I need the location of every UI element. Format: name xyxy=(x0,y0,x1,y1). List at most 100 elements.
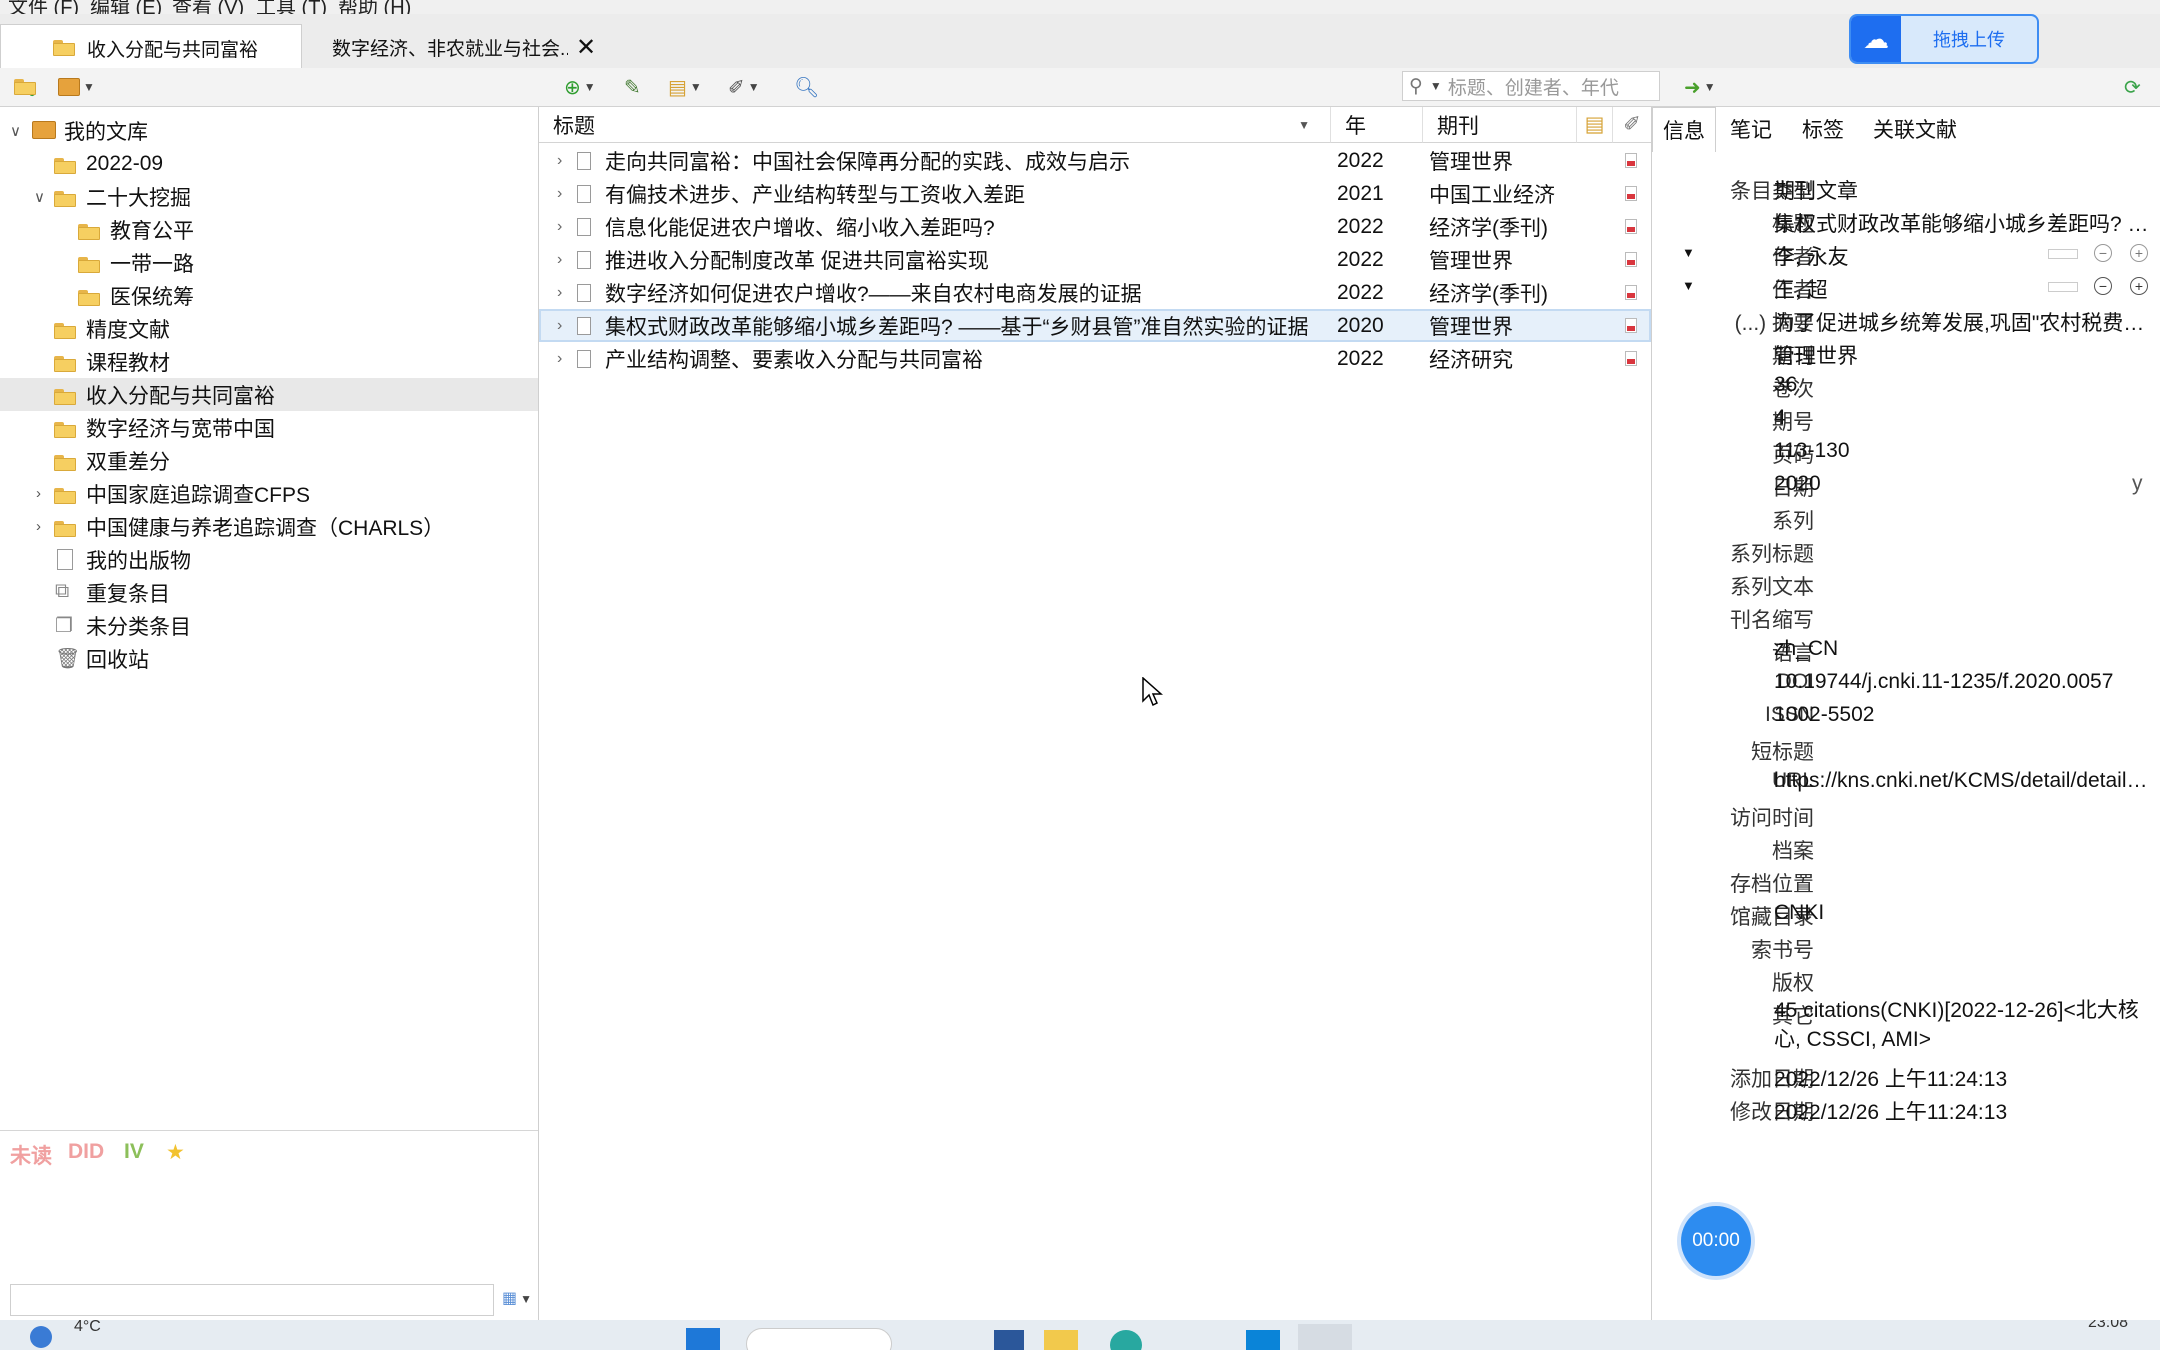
tab-notes[interactable]: 笔记 xyxy=(1716,107,1786,151)
plus-icon[interactable]: + xyxy=(2130,244,2148,262)
star-icon[interactable]: ★ xyxy=(166,1140,185,1165)
chevron-right-icon[interactable]: › xyxy=(557,309,562,342)
column-header-year[interactable]: 年 xyxy=(1331,107,1423,143)
calendar-app-icon[interactable] xyxy=(994,1330,1024,1350)
new-library-icon[interactable]: ▼ xyxy=(58,74,95,100)
close-icon[interactable]: ✕ xyxy=(576,33,596,62)
tree-item-unfiled[interactable]: ❐ 未分类条目 xyxy=(0,609,538,642)
tree-item-2022-09[interactable]: 2022-09 xyxy=(0,147,538,180)
store-app-icon[interactable] xyxy=(1246,1330,1280,1350)
field-value[interactable]: zh_CN xyxy=(1774,637,2150,661)
tree-item-belt-road[interactable]: 一带一路 xyxy=(0,246,538,279)
chevron-right-icon[interactable]: › xyxy=(557,210,562,243)
tag-unread[interactable]: 未读 xyxy=(10,1140,52,1170)
triangle-down-icon[interactable]: ▼ xyxy=(1682,278,1695,293)
field-value[interactable]: CNKI xyxy=(1774,901,2150,925)
chevron-right-icon[interactable]: › xyxy=(557,144,562,177)
tree-item-my-library[interactable]: ∨ 我的文库 xyxy=(0,114,538,147)
locate-icon[interactable]: ➜ ▼ xyxy=(1684,74,1716,100)
tree-item-trash[interactable]: 🗑︎ 回收站 xyxy=(0,642,538,675)
edge-browser-icon[interactable] xyxy=(1110,1330,1142,1350)
field-value[interactable]: 集权式财政改革能够缩小城乡差距吗? ——基于“乡财县管”准自然实验的证据 xyxy=(1774,208,2150,238)
search-field[interactable]: ⚲ ▼ 标题、创建者、年代 xyxy=(1402,71,1660,101)
tab-digital-economy[interactable]: 数字经济、非农就业与社会... ✕ xyxy=(302,24,602,70)
pdf-icon[interactable] xyxy=(1625,285,1637,300)
field-value[interactable]: 1002-5502 xyxy=(1774,703,2150,727)
chevron-right-icon[interactable]: › xyxy=(36,485,41,502)
add-by-identifier-icon[interactable]: ✎ xyxy=(624,74,641,100)
item-row[interactable]: › 走向共同富裕：中国社会保障再分配的实践、成效与启示 2022 管理世界 xyxy=(539,144,1651,177)
menu-help[interactable]: 帮助 (H) xyxy=(338,0,411,14)
item-row[interactable]: › 产业结构调整、要素收入分配与共同富裕 2022 经济研究 xyxy=(539,342,1651,375)
attachment-icon[interactable]: ✐ ▼ xyxy=(728,74,760,100)
chevron-right-icon[interactable]: › xyxy=(557,177,562,210)
field-value[interactable]: 李, 永友 xyxy=(1774,241,2034,271)
timer-widget[interactable]: 00:00 xyxy=(1681,1206,1751,1276)
chevron-right-icon[interactable]: › xyxy=(557,276,562,309)
pdf-icon[interactable] xyxy=(1625,153,1637,168)
pdf-icon[interactable] xyxy=(1625,351,1637,366)
chevron-down-icon[interactable]: ∨ xyxy=(34,188,45,206)
item-row[interactable]: › 有偏技术进步、产业结构转型与工资收入差距 2021 中国工业经济 xyxy=(539,177,1651,210)
tree-item-education[interactable]: 教育公平 xyxy=(0,213,538,246)
tree-item-income-distribution[interactable]: 收入分配与共同富裕 xyxy=(0,378,538,411)
field-value[interactable]: 期刊文章 xyxy=(1774,175,2150,205)
attachment-column-icon[interactable]: ✐ xyxy=(1613,107,1651,143)
tab-income-distribution[interactable]: 收入分配与共同富裕 xyxy=(0,24,302,71)
plus-icon[interactable]: + xyxy=(2130,277,2148,295)
tree-item-textbooks[interactable]: 课程教材 xyxy=(0,345,538,378)
field-value[interactable]: 为了促进城乡统筹发展,巩固"农村税费改革"成果 xyxy=(1774,307,2150,337)
chevron-right-icon[interactable]: › xyxy=(36,518,41,535)
tag-filter-input[interactable] xyxy=(10,1284,494,1316)
note-column-icon[interactable]: ▤ xyxy=(1577,107,1613,143)
field-value[interactable]: 管理世界 xyxy=(1774,340,2150,370)
tree-item-did[interactable]: 双重差分 xyxy=(0,444,538,477)
name-switch-icon[interactable] xyxy=(2048,249,2078,259)
column-header-title[interactable]: 标题 ▼ xyxy=(539,107,1331,143)
chevron-right-icon[interactable]: › xyxy=(557,243,562,276)
tag-menu-icon[interactable]: ▦ ▼ xyxy=(502,1288,532,1308)
pdf-icon[interactable] xyxy=(1625,318,1637,333)
field-value[interactable]: 4 xyxy=(1774,406,2150,430)
advanced-search-icon[interactable]: 🔍︎ xyxy=(794,74,819,100)
new-collection-icon[interactable]: ● xyxy=(14,74,36,100)
pdf-icon[interactable] xyxy=(1625,219,1637,234)
tree-item-cfps[interactable]: › 中国家庭追踪调查CFPS xyxy=(0,477,538,510)
chevron-down-icon[interactable]: ∨ xyxy=(10,122,21,140)
tree-item-selected-papers[interactable]: 精度文献 xyxy=(0,312,538,345)
field-value[interactable]: 36 xyxy=(1774,373,2150,397)
tree-item-my-publications[interactable]: 我的出版物 xyxy=(0,543,538,576)
tab-related[interactable]: 关联文献 xyxy=(1860,107,1970,151)
tree-item-ershida[interactable]: ∨ 二十大挖掘 xyxy=(0,180,538,213)
field-value[interactable]: https://kns.cnki.net/KCMS/detail/detail.… xyxy=(1774,769,2150,793)
menu-edit[interactable]: 编辑 (E) xyxy=(90,0,162,14)
field-value[interactable]: 2020 xyxy=(1774,472,2150,496)
weather-temperature[interactable]: 4°C xyxy=(74,1320,101,1336)
weather-icon[interactable] xyxy=(30,1326,52,1348)
tab-info[interactable]: 信息 xyxy=(1652,107,1716,152)
menu-file[interactable]: 文件 (F) xyxy=(8,0,79,14)
menu-view[interactable]: 查看 (V) xyxy=(172,0,244,14)
minus-icon[interactable]: − xyxy=(2094,244,2112,262)
item-row[interactable]: › 信息化能促进农户增收、缩小收入差距吗? 2022 经济学(季刊) xyxy=(539,210,1651,243)
tag-did[interactable]: DID xyxy=(68,1140,104,1164)
menu-tools[interactable]: 工具 (T) xyxy=(256,0,327,14)
field-value[interactable]: 王, 超 xyxy=(1774,274,2034,304)
tag-iv[interactable]: IV xyxy=(124,1140,144,1164)
tree-item-medical-insurance[interactable]: 医保统筹 xyxy=(0,279,538,312)
upload-button[interactable]: ☁ 拖拽上传 xyxy=(1849,14,2039,64)
pdf-icon[interactable] xyxy=(1625,186,1637,201)
minus-icon[interactable]: − xyxy=(2094,277,2112,295)
tree-item-charls[interactable]: › 中国健康与养老追踪调查（CHARLS） xyxy=(0,510,538,543)
item-row[interactable]: › 数字经济如何促进农户增收?——来自农村电商发展的证据 2022 经济学(季刊… xyxy=(539,276,1651,309)
file-explorer-icon[interactable] xyxy=(1044,1330,1078,1350)
triangle-down-icon[interactable]: ▼ xyxy=(1682,245,1695,260)
tree-item-digital-economy[interactable]: 数字经济与宽带中国 xyxy=(0,411,538,444)
name-switch-icon[interactable] xyxy=(2048,282,2078,292)
item-row-selected[interactable]: › 集权式财政改革能够缩小城乡差距吗? ——基于“乡财县管”准自然实验的证据 2… xyxy=(539,309,1651,342)
new-item-icon[interactable]: ⊕ ▼ xyxy=(564,74,596,100)
start-icon[interactable] xyxy=(686,1328,720,1350)
search-bar[interactable] xyxy=(746,1328,892,1350)
field-value[interactable]: 10.19744/j.cnki.11-1235/f.2020.0057 xyxy=(1774,670,2150,694)
sync-icon[interactable]: ⟳ xyxy=(2124,74,2141,100)
